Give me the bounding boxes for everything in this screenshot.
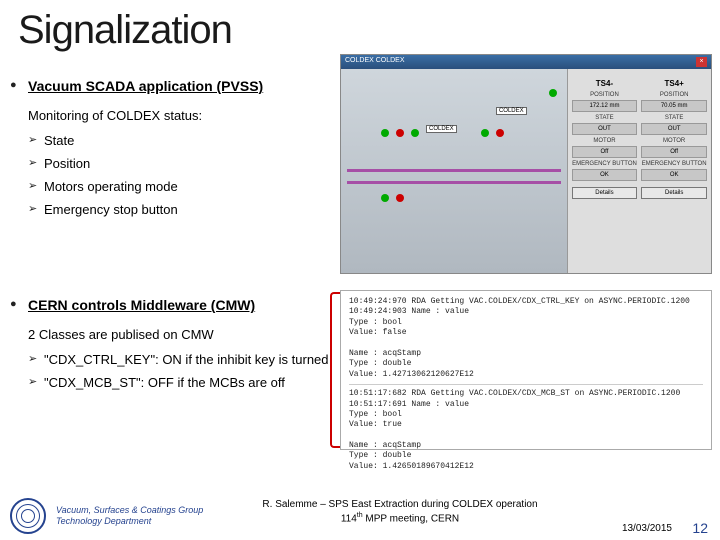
- scada-window-title: COLDEX COLDEX: [345, 57, 405, 67]
- console-line: Value: false: [349, 328, 703, 338]
- val: Off: [572, 146, 638, 158]
- scada-diagram: COLDEX COLDEX: [341, 69, 568, 273]
- footer-center-line1: R. Salemme – SPS East Extraction during …: [200, 498, 600, 511]
- val: OK: [641, 169, 707, 181]
- val: Off: [641, 146, 707, 158]
- details-button[interactable]: Details: [641, 187, 707, 199]
- lbl: POSITION: [572, 92, 638, 98]
- scada-side-panel: TS4- POSITION 172.12 mm STATE OUT MOTOR …: [568, 69, 711, 273]
- val: OK: [572, 169, 638, 181]
- console-line: Type : double: [349, 359, 703, 369]
- diagram-coldex-label2: COLDEX: [496, 107, 527, 115]
- console-line: 10:49:24:903 Name : value: [349, 307, 703, 317]
- console-line: Value: 1.42650189670412E12: [349, 462, 703, 472]
- footer-center-line2: 114th MPP meeting, CERN: [200, 511, 600, 525]
- footer-date: 13/03/2015: [622, 523, 672, 534]
- footer-page-number: 12: [692, 520, 708, 536]
- console-line: Value: 1.42713062120627E12: [349, 370, 703, 380]
- scada-heading: Vacuum SCADA application (PVSS): [28, 78, 263, 94]
- cmw-console: 10:49:24:970 RDA Getting VAC.COLDEX/CDX_…: [340, 290, 712, 450]
- diagram-coldex-label: COLDEX: [426, 125, 457, 133]
- footer-center: R. Salemme – SPS East Extraction during …: [200, 498, 600, 525]
- lbl: STATE: [641, 115, 707, 121]
- footer-group: Vacuum, Surfaces & Coatings Group Techno…: [56, 505, 203, 527]
- console-line: Type : bool: [349, 318, 703, 328]
- cmw-heading: CERN controls Middleware (CMW): [28, 297, 255, 313]
- console-line: Name : acqStamp: [349, 441, 703, 451]
- slide-title: Signalization: [0, 0, 720, 53]
- scada-screenshot: COLDEX COLDEX × COLDEX COLDEX TS4- POSIT…: [340, 54, 712, 274]
- mpp-num: 114: [341, 513, 357, 524]
- footer-group-line1: Vacuum, Surfaces & Coatings Group: [56, 505, 203, 516]
- console-line: 10:51:17:691 Name : value: [349, 400, 703, 410]
- details-button[interactable]: Details: [572, 187, 638, 199]
- console-line: Name : acqStamp: [349, 349, 703, 359]
- close-icon[interactable]: ×: [696, 57, 707, 67]
- mpp-rest: MPP meeting, CERN: [363, 513, 460, 524]
- brace-connector: [330, 292, 340, 448]
- lbl: EMERGENCY BUTTON: [572, 161, 638, 167]
- console-line: 10:51:17:682 RDA Getting VAC.COLDEX/CDX_…: [349, 389, 703, 399]
- slide-footer: Vacuum, Surfaces & Coatings Group Techno…: [0, 496, 720, 540]
- console-line: Value: true: [349, 420, 703, 430]
- lbl: STATE: [572, 115, 638, 121]
- lbl: EMERGENCY BUTTON: [641, 161, 707, 167]
- col-head: TS4+: [641, 79, 707, 88]
- lbl: MOTOR: [641, 138, 707, 144]
- console-line: 10:49:24:970 RDA Getting VAC.COLDEX/CDX_…: [349, 297, 703, 307]
- lbl: POSITION: [641, 92, 707, 98]
- val: OUT: [641, 123, 707, 135]
- col-head: TS4-: [572, 79, 638, 88]
- val: OUT: [572, 123, 638, 135]
- lbl: MOTOR: [572, 138, 638, 144]
- scada-window-titlebar: COLDEX COLDEX ×: [341, 55, 711, 69]
- console-line: Type : double: [349, 451, 703, 461]
- panel-col-ts4plus: TS4+ POSITION 70.05 mm STATE OUT MOTOR O…: [641, 73, 707, 269]
- cern-logo-icon: [10, 498, 46, 534]
- panel-col-ts4minus: TS4- POSITION 172.12 mm STATE OUT MOTOR …: [572, 73, 638, 269]
- val: 172.12 mm: [572, 100, 638, 112]
- console-line: Type : bool: [349, 410, 703, 420]
- val: 70.05 mm: [641, 100, 707, 112]
- footer-group-line2: Technology Department: [56, 516, 203, 527]
